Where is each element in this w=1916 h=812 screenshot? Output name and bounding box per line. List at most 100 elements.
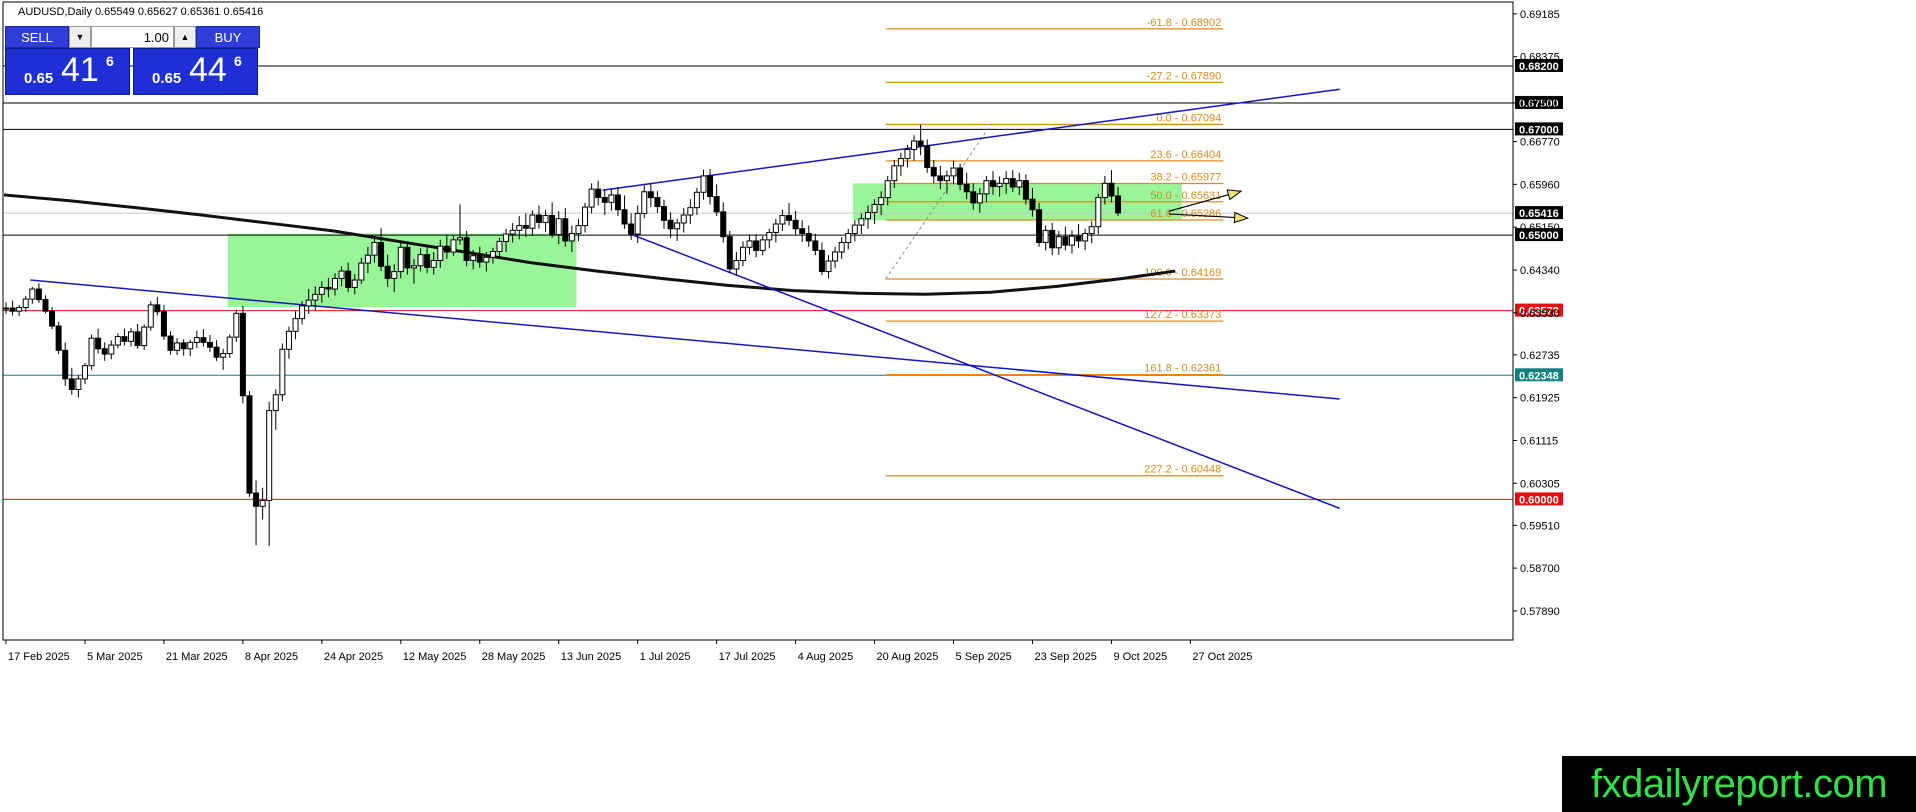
candle-body [35, 288, 42, 301]
candle-body [976, 193, 983, 204]
candle [805, 225, 812, 247]
x-tick-label-3: 8 Apr 2025 [245, 651, 298, 663]
candle-body [575, 225, 582, 235]
candle-body [424, 254, 431, 268]
candle-body [983, 180, 990, 195]
candle [259, 487, 266, 520]
chart-title: AUDUSD,Daily 0.65549 0.65627 0.65361 0.6… [18, 6, 263, 18]
candle [114, 333, 121, 349]
candle-body [1022, 180, 1029, 200]
candle [42, 295, 49, 314]
x-tick-label-7: 13 Jun 2025 [561, 651, 622, 663]
candle-body [378, 242, 385, 267]
candle-body [29, 288, 36, 300]
candle-body [562, 218, 569, 242]
candle-body [582, 206, 589, 227]
candle-body [588, 188, 595, 208]
lot-decrease-button[interactable]: ▼ [69, 26, 91, 48]
buy-price-box[interactable]: 0.65 44 6 [133, 48, 258, 95]
candle-body [233, 312, 240, 338]
candle-body [141, 326, 148, 347]
candle-body [246, 395, 253, 494]
candle [588, 183, 595, 214]
sell-price-box[interactable]: 0.65 41 6 [5, 48, 130, 95]
lot-size-input[interactable] [91, 26, 174, 48]
candle-body [1049, 229, 1056, 249]
candle-body [489, 250, 496, 258]
candle [193, 330, 200, 349]
candle-body [799, 228, 806, 235]
candle [29, 286, 36, 304]
level-label-2: 0.67000 [1519, 124, 1559, 136]
lot-increase-button[interactable]: ▲ [174, 26, 196, 48]
projection-arrowhead-1 [1233, 211, 1250, 224]
candle-body [641, 191, 648, 214]
candle [1082, 228, 1089, 250]
sell-button[interactable]: SELL [5, 26, 69, 48]
candle-body [661, 206, 667, 221]
candle-body [101, 348, 108, 355]
candle [792, 210, 799, 235]
candle-body [864, 211, 871, 220]
candle-body [667, 219, 674, 230]
candle [851, 220, 858, 242]
candle-body [792, 219, 799, 230]
candle-body [266, 410, 273, 501]
candle-body [509, 229, 516, 235]
watermark-logo: fxdailyreport.com [1562, 756, 1916, 812]
candle [838, 237, 845, 259]
fib-label-0: -61.8 - 0.68902 [1147, 17, 1222, 29]
x-tick-label-9: 17 Jul 2025 [719, 651, 776, 663]
candle-body [16, 307, 23, 312]
y-tick-label-12: 0.59510 [1520, 520, 1560, 532]
candle-body [1068, 235, 1075, 246]
candle-body [121, 336, 128, 342]
candle [167, 331, 174, 355]
buy-price-sup: 6 [234, 53, 242, 69]
candle [575, 218, 582, 241]
candle-body [108, 344, 115, 355]
candle-body [147, 304, 154, 328]
x-tick-label-11: 20 Aug 2025 [877, 651, 939, 663]
candle [1042, 225, 1049, 251]
x-tick-label-10: 4 Aug 2025 [798, 651, 854, 663]
candle-body [81, 365, 88, 380]
candle [88, 334, 95, 370]
candle [753, 234, 760, 258]
candle [1055, 230, 1062, 255]
candle-body [95, 337, 102, 350]
candle-body [568, 233, 575, 242]
candle-body [858, 218, 865, 226]
candle-body [720, 211, 727, 238]
candle [239, 305, 246, 404]
candle-body [299, 305, 306, 320]
candle-body [285, 330, 292, 350]
candle-body [917, 140, 924, 147]
candle [628, 213, 635, 240]
level-label-7: 0.60000 [1519, 494, 1559, 506]
candle [641, 185, 648, 219]
candle-body [75, 378, 82, 390]
candle-body [516, 225, 523, 231]
buy-button[interactable]: BUY [196, 26, 260, 48]
candle-body [220, 353, 227, 358]
plot-frame [2, 1, 1514, 641]
candle [147, 301, 154, 331]
sell-price-prefix: 0.65 [24, 70, 54, 87]
candle [292, 311, 299, 340]
candle-body [746, 240, 753, 248]
candle-body [496, 240, 503, 252]
buy-price-prefix: 0.65 [152, 70, 182, 87]
candle-body [1075, 235, 1082, 242]
candle-body [318, 286, 325, 295]
candle [772, 218, 779, 243]
candle [95, 328, 102, 354]
candle-body [687, 207, 694, 216]
candle [1075, 224, 1082, 248]
candle-body [404, 246, 411, 269]
candle [759, 236, 766, 256]
candle [713, 184, 720, 217]
candle-body [608, 194, 615, 203]
candle [233, 309, 240, 342]
candle-body [825, 260, 832, 273]
